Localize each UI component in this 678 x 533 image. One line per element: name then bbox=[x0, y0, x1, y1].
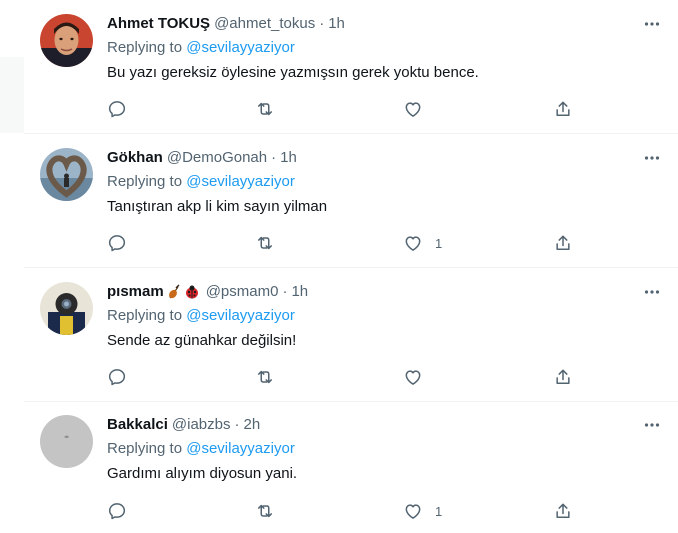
more-options-button[interactable] bbox=[642, 282, 662, 302]
action-bar bbox=[107, 365, 587, 389]
action-bar: 1 bbox=[107, 231, 587, 255]
user-handle[interactable]: @iabzbs bbox=[172, 416, 231, 433]
reply-tweet[interactable]: Ahmet TOKUŞ @ahmet_tokus · 1h Replying to … bbox=[24, 0, 678, 134]
like-button[interactable] bbox=[403, 97, 435, 121]
display-name[interactable]: Ahmet TOKUŞ bbox=[107, 14, 210, 34]
name-emoji bbox=[166, 284, 200, 300]
user-handle[interactable]: @ahmet_tokus bbox=[214, 15, 315, 32]
replying-to-handle[interactable]: @sevilayyaziyor bbox=[186, 307, 295, 324]
replying-to-label: Replying to bbox=[107, 440, 183, 457]
replying-to: Replying to @sevilayyaziyor bbox=[107, 38, 662, 58]
share-icon bbox=[556, 235, 570, 250]
reply-tweet[interactable]: Bakkalci @iabzbs · 2h Replying to @sevilay… bbox=[24, 402, 678, 533]
man-portrait-avatar bbox=[40, 14, 93, 67]
share-icon bbox=[556, 101, 570, 116]
like-button[interactable]: 1 bbox=[403, 499, 442, 523]
share-icon bbox=[556, 503, 570, 518]
share-button[interactable] bbox=[553, 97, 573, 121]
retweet-icon bbox=[258, 236, 272, 250]
display-name[interactable]: Gökhan bbox=[107, 148, 163, 168]
tweet-text: Gardımı alıyım diyosun yani. bbox=[107, 465, 298, 482]
timestamp[interactable]: 1h bbox=[328, 15, 345, 32]
action-bar: 1 bbox=[107, 499, 587, 523]
retweet-button[interactable] bbox=[255, 499, 275, 523]
reply-tweet[interactable]: pısmam @psmam0 · 1h Replying to @sevilay… bbox=[24, 268, 678, 402]
reply-icon bbox=[108, 369, 126, 386]
more-options-button[interactable] bbox=[642, 148, 662, 168]
replying-to: Replying to @sevilayyaziyor bbox=[107, 439, 662, 459]
reply-tweet[interactable]: Gökhan @DemoGonah · 1h Replying to @sevila… bbox=[24, 134, 678, 268]
left-rail-highlight bbox=[0, 57, 24, 133]
display-name[interactable]: Bakkalci bbox=[107, 415, 168, 435]
reply-button[interactable] bbox=[107, 97, 127, 121]
photographer-avatar bbox=[40, 282, 93, 335]
timestamp[interactable]: 2h bbox=[243, 416, 260, 433]
replying-to: Replying to @sevilayyaziyor bbox=[107, 172, 662, 192]
heart-sculpture-avatar bbox=[40, 148, 93, 201]
reply-button[interactable] bbox=[107, 231, 127, 255]
avatar[interactable] bbox=[40, 415, 93, 468]
reply-button[interactable] bbox=[107, 365, 127, 389]
heart-icon bbox=[405, 504, 421, 519]
reply-icon bbox=[108, 101, 126, 118]
reply-icon bbox=[108, 503, 126, 520]
grey-default-avatar bbox=[40, 415, 93, 468]
action-bar bbox=[107, 97, 587, 121]
like-count: 1 bbox=[435, 235, 443, 251]
reply-button[interactable] bbox=[107, 499, 127, 523]
replying-to-handle[interactable]: @sevilayyaziyor bbox=[186, 440, 295, 457]
timestamp[interactable]: 1h bbox=[280, 149, 297, 166]
ladybug-emoji bbox=[185, 285, 198, 299]
reply-thread: Ahmet TOKUŞ @ahmet_tokus · 1h Replying to … bbox=[24, 0, 678, 533]
user-handle[interactable]: @DemoGonah bbox=[167, 149, 267, 166]
more-options-button[interactable] bbox=[642, 415, 662, 435]
replying-to-label: Replying to bbox=[107, 307, 183, 324]
share-icon bbox=[556, 369, 570, 384]
like-button[interactable] bbox=[403, 365, 435, 389]
heart-icon bbox=[405, 236, 421, 251]
replying-to-handle[interactable]: @sevilayyaziyor bbox=[186, 39, 295, 56]
violin-emoji bbox=[168, 284, 180, 299]
replying-to: Replying to @sevilayyaziyor bbox=[107, 306, 662, 326]
heart-icon bbox=[405, 102, 421, 117]
more-dots-icon bbox=[644, 22, 660, 26]
retweet-button[interactable] bbox=[255, 231, 275, 255]
display-name[interactable]: pısmam bbox=[107, 282, 164, 302]
more-dots-icon bbox=[644, 290, 660, 294]
replying-to-label: Replying to bbox=[107, 39, 183, 56]
tweet-text: Bu yazı gereksiz öylesine yazmışsın gere… bbox=[107, 64, 479, 81]
retweet-button[interactable] bbox=[255, 365, 275, 389]
avatar[interactable] bbox=[40, 282, 93, 335]
timestamp[interactable]: 1h bbox=[291, 283, 308, 300]
replying-to-handle[interactable]: @sevilayyaziyor bbox=[186, 173, 295, 190]
like-count: 1 bbox=[435, 503, 443, 519]
tweet-text: Tanıştıran akp li kim sayın yilman bbox=[107, 198, 328, 215]
more-options-button[interactable] bbox=[642, 14, 662, 34]
retweet-icon bbox=[258, 370, 272, 384]
more-dots-icon bbox=[644, 423, 660, 427]
like-button[interactable]: 1 bbox=[403, 231, 442, 255]
retweet-icon bbox=[258, 504, 272, 518]
user-handle[interactable]: @psmam0 bbox=[206, 283, 279, 300]
retweet-icon bbox=[258, 102, 272, 116]
more-dots-icon bbox=[644, 156, 660, 160]
reply-icon bbox=[108, 235, 126, 252]
share-button[interactable] bbox=[553, 231, 573, 255]
avatar[interactable] bbox=[40, 14, 93, 67]
retweet-button[interactable] bbox=[255, 97, 275, 121]
tweet-text: Sende az günahkar değilsin! bbox=[107, 332, 297, 349]
share-button[interactable] bbox=[553, 365, 573, 389]
replying-to-label: Replying to bbox=[107, 173, 183, 190]
avatar[interactable] bbox=[40, 148, 93, 201]
heart-icon bbox=[405, 370, 421, 385]
share-button[interactable] bbox=[553, 499, 573, 523]
